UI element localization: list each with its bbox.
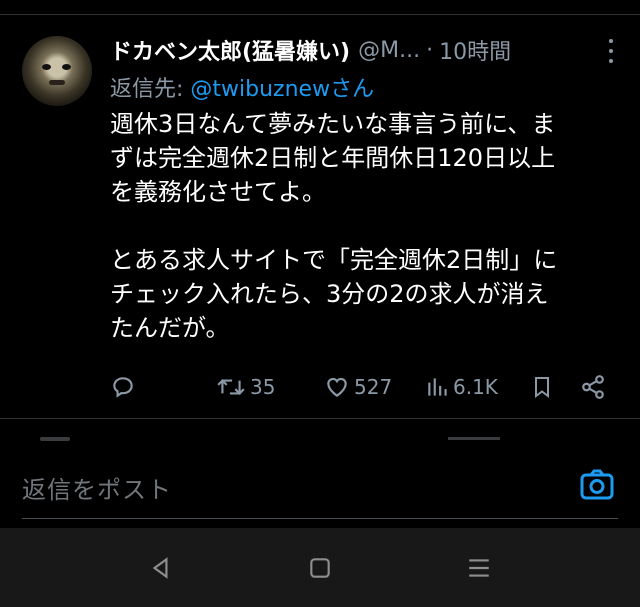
reply-to-mention[interactable]: @twibuznewさん xyxy=(190,77,374,102)
bookmark-button[interactable] xyxy=(530,371,554,403)
home-button[interactable] xyxy=(307,555,333,581)
next-tweet-peek xyxy=(40,437,70,441)
share-button[interactable] xyxy=(580,371,606,403)
timestamp[interactable]: 10時間 xyxy=(439,34,511,66)
body-line: とある求人サイトで「完全週休2日制」に xyxy=(110,246,558,274)
tweet-divider xyxy=(0,418,640,419)
like-count: 527 xyxy=(354,375,393,399)
views-icon xyxy=(428,378,447,396)
recents-icon xyxy=(469,559,489,577)
body-line: 週休3日なんて夢みたいな事言う前に、ま xyxy=(110,110,556,138)
tweet[interactable]: ドカベン太郎(猛暑嫌い) @M... · 10時間 返信先: @twibuzne… xyxy=(0,15,640,419)
tweet-header: ドカベン太郎(猛暑嫌い) @M... · 10時間 xyxy=(110,34,630,66)
retweet-count: 35 xyxy=(250,375,276,399)
body-blank-line xyxy=(110,209,615,243)
header-separator: · xyxy=(426,37,434,63)
back-icon xyxy=(152,557,168,579)
reply-input[interactable]: 返信をポスト xyxy=(22,470,172,505)
reply-icon xyxy=(113,377,133,398)
share-icon xyxy=(582,375,604,399)
bookmark-icon xyxy=(535,377,549,398)
camera-icon[interactable] xyxy=(578,466,616,504)
action-bar: 35 527 6.1K xyxy=(110,371,615,403)
composer-underline xyxy=(22,518,618,519)
retweet-icon xyxy=(217,379,245,395)
reply-button[interactable] xyxy=(110,371,136,403)
reply-to-prefix: 返信先: xyxy=(110,77,191,102)
reply-composer[interactable]: 返信をポスト xyxy=(0,442,640,528)
like-button[interactable]: 527 xyxy=(324,371,392,403)
next-tweet-peek-text xyxy=(448,437,500,440)
back-button[interactable] xyxy=(148,555,174,581)
like-icon xyxy=(327,377,347,397)
author-handle[interactable]: @M... xyxy=(358,38,420,63)
tweet-body: 週休3日なんて夢みたいな事言う前に、ま ずは完全週休2日制と年間休日120日以上… xyxy=(110,107,615,345)
views-button[interactable]: 6.1K xyxy=(426,371,498,403)
author-name[interactable]: ドカベン太郎(猛暑嫌い) xyxy=(110,34,350,66)
reply-to-line: 返信先: @twibuznewさん xyxy=(110,71,374,103)
avatar[interactable] xyxy=(22,36,92,106)
body-line: ずは完全週休2日制と年間休日120日以上 xyxy=(110,144,556,172)
body-line: を義務化させてよ。 xyxy=(110,178,326,206)
system-nav-bar xyxy=(0,528,640,607)
views-count: 6.1K xyxy=(453,375,498,399)
body-line: たんだが。 xyxy=(110,314,230,342)
more-icon[interactable] xyxy=(608,39,614,63)
body-line: チェック入れたら、3分の2の求人が消え xyxy=(110,280,549,308)
recents-button[interactable] xyxy=(466,555,492,581)
retweet-button[interactable]: 35 xyxy=(216,371,275,403)
home-icon xyxy=(310,558,330,578)
